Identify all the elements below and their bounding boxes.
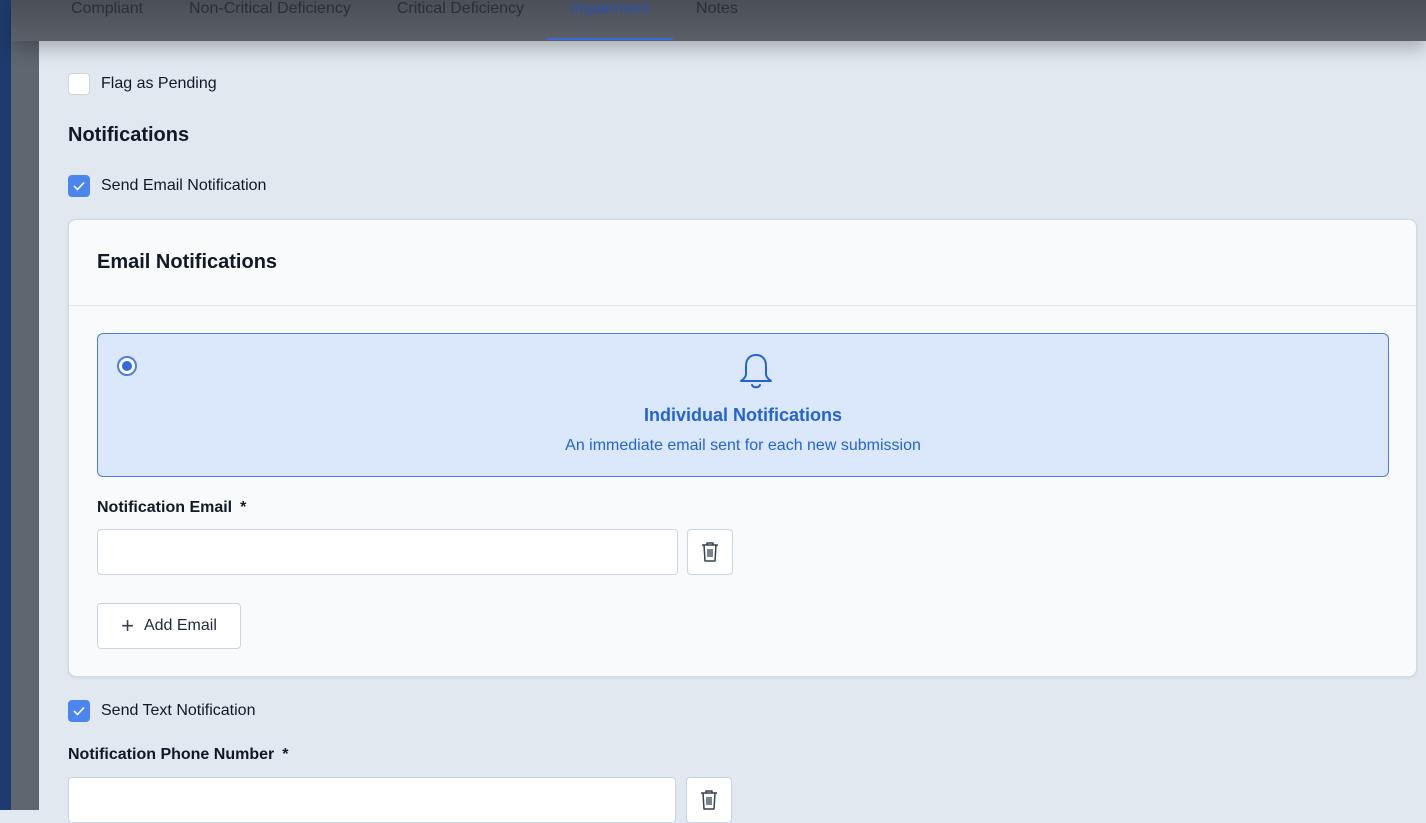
check-icon bbox=[73, 181, 85, 191]
notifications-heading: Notifications bbox=[68, 124, 190, 146]
delete-phone-button[interactable] bbox=[686, 777, 732, 823]
option-title: Individual Notifications bbox=[643, 405, 842, 425]
bell-icon bbox=[740, 354, 772, 389]
trash-icon bbox=[702, 542, 718, 562]
notification-email-label: Notification Email * bbox=[97, 499, 246, 517]
notification-phone-input[interactable] bbox=[68, 777, 676, 823]
tab-bar: Compliant Non-Critical Deficiency Critic… bbox=[11, 0, 1426, 41]
card-header: Email Notifications bbox=[69, 220, 1416, 306]
check-icon bbox=[73, 706, 85, 716]
tab-compliant[interactable]: Compliant bbox=[48, 0, 166, 41]
notification-phone-label: Notification Phone Number * bbox=[68, 746, 288, 764]
trash-icon bbox=[701, 790, 717, 810]
flag-pending-row[interactable]: Flag as Pending bbox=[68, 73, 217, 95]
tab-list: Compliant Non-Critical Deficiency Critic… bbox=[48, 0, 761, 41]
option-description: An immediate email sent for each new sub… bbox=[565, 437, 921, 454]
flag-pending-label: Flag as Pending bbox=[101, 75, 217, 92]
notification-email-label-text: Notification Email bbox=[97, 499, 233, 516]
delete-email-button[interactable] bbox=[687, 529, 733, 575]
individual-notifications-option[interactable]: Individual Notifications An immediate em… bbox=[97, 333, 1389, 477]
send-text-label: Send Text Notification bbox=[101, 702, 256, 719]
tab-critical-deficiency[interactable]: Critical Deficiency bbox=[374, 0, 547, 41]
tab-notes[interactable]: Notes bbox=[673, 0, 761, 41]
plus-icon: + bbox=[121, 613, 134, 638]
email-notifications-card: Email Notifications Individual Notificat… bbox=[68, 219, 1417, 677]
add-email-label: Add Email bbox=[143, 617, 217, 634]
send-text-checkbox[interactable] bbox=[68, 700, 90, 722]
send-email-row[interactable]: Send Email Notification bbox=[68, 175, 266, 197]
tab-non-critical-deficiency[interactable]: Non-Critical Deficiency bbox=[166, 0, 374, 41]
left-edge-bar bbox=[0, 0, 11, 810]
required-mark: * bbox=[282, 746, 289, 763]
send-text-row[interactable]: Send Text Notification bbox=[68, 700, 255, 722]
add-email-button[interactable]: + Add Email bbox=[97, 603, 241, 649]
notification-phone-label-text: Notification Phone Number bbox=[68, 746, 275, 763]
side-rail bbox=[11, 0, 39, 810]
send-email-label: Send Email Notification bbox=[101, 177, 267, 194]
individual-notifications-radio[interactable] bbox=[117, 356, 137, 376]
email-notifications-title: Email Notifications bbox=[97, 251, 278, 273]
notification-email-input[interactable] bbox=[97, 529, 678, 575]
send-email-checkbox[interactable] bbox=[68, 175, 90, 197]
flag-pending-checkbox[interactable] bbox=[68, 73, 90, 95]
tab-impairment[interactable]: Impairment bbox=[547, 0, 674, 41]
required-mark: * bbox=[240, 499, 247, 516]
